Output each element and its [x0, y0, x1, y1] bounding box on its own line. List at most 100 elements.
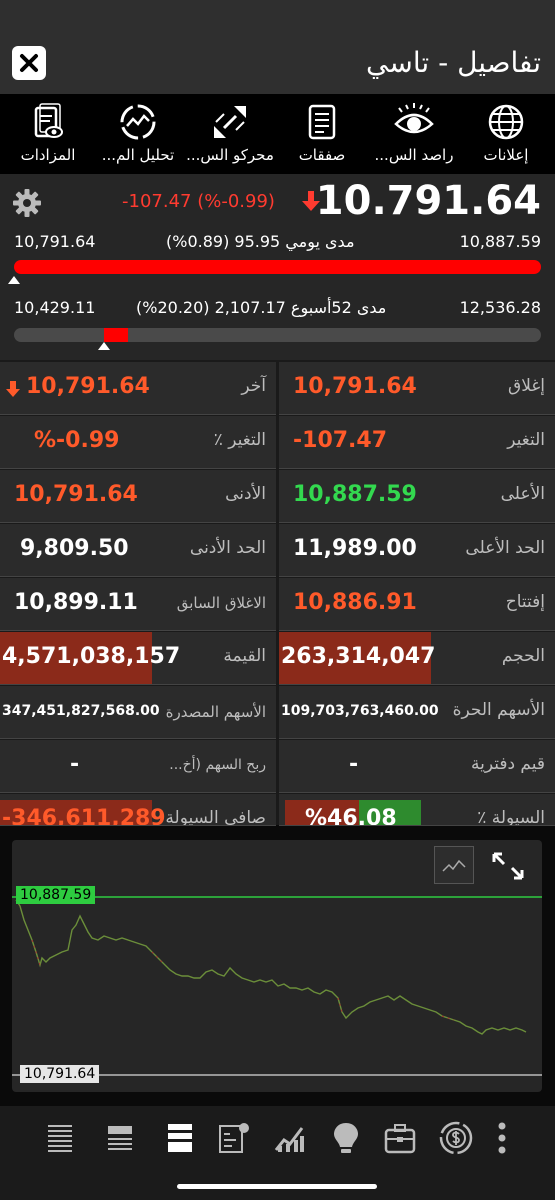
stat-label: الأدنى — [225, 484, 266, 504]
chart-type-button[interactable] — [434, 846, 474, 884]
stat-book-value: قيم دفترية - — [279, 740, 555, 793]
stat-volume: الحجم 263,314,047 — [279, 632, 555, 685]
stat-label: الأسهم الحرة — [452, 700, 545, 720]
close-button[interactable] — [12, 46, 46, 80]
stat-label: إغلاق — [508, 376, 545, 396]
stat-label: الحد الأدنى — [189, 538, 266, 558]
stat-value: %46.08 — [305, 806, 397, 826]
list-icon[interactable] — [42, 1120, 78, 1156]
briefcase-icon[interactable] — [382, 1120, 418, 1156]
toolbar-label: إعلانات — [483, 146, 529, 164]
stat-value: -346,611,289 — [2, 806, 166, 826]
expand-arrows-icon — [214, 106, 246, 138]
page-title: تفاصيل - تاسي — [366, 46, 541, 79]
low-price-tag: 10,791.64 — [20, 1065, 100, 1083]
daily-high: 10,887.59 — [459, 232, 541, 251]
stat-value: - — [349, 752, 359, 777]
stat-value: %-0.99 — [34, 428, 120, 453]
settings-board-icon[interactable] — [216, 1120, 252, 1156]
stat-free-shares: الأسهم الحرة 109,703,763,460.00 — [279, 686, 555, 739]
lightbulb-icon[interactable] — [328, 1120, 364, 1156]
stat-eps: ربح السهم (أخ... - — [0, 740, 276, 793]
toolbar-label: محركو الس... — [186, 146, 274, 164]
last-price: 10.791.64 — [315, 178, 541, 224]
toolbar-auctions[interactable]: المزادات — [2, 94, 94, 174]
stat-open: إفتتاح 10,886.91 — [279, 578, 555, 631]
toolbar-announcements[interactable]: إعلانات — [460, 94, 552, 174]
close-icon — [20, 54, 38, 72]
trend-chart-icon[interactable] — [272, 1120, 308, 1156]
list-bold-icon[interactable] — [162, 1120, 198, 1156]
week52-low: 10,429.11 — [14, 298, 96, 317]
week52-range-label: مدى 52أسبوع 2,107.17 (20.20%) — [136, 298, 387, 317]
stat-value: 10,887.59 — [293, 482, 417, 507]
week52-high: 12,536.28 — [459, 298, 541, 317]
stat-prev-close: الاغلاق السابق 10,899.11 — [0, 578, 276, 631]
cycle-analysis-icon — [120, 104, 156, 140]
line-chart-icon — [442, 859, 466, 872]
toolbar-label: صفقات — [298, 146, 346, 164]
toolbar-trades[interactable]: صفقات — [276, 94, 368, 174]
more-icon[interactable] — [492, 1120, 512, 1156]
gear-icon[interactable] — [12, 188, 42, 218]
stat-value: 263,314,047 — [281, 644, 436, 669]
list-alt-icon[interactable] — [102, 1120, 138, 1156]
toolbar-label: المزادات — [20, 146, 76, 164]
eye-icon — [394, 103, 434, 134]
price-line — [15, 899, 527, 1035]
toolbar: إعلانات راصد الس... صفقات محركو الس... ت… — [0, 94, 555, 174]
globe-icon — [488, 104, 524, 140]
toolbar-label: تحليل الم... — [101, 146, 175, 164]
stat-value: 10,899.11 — [14, 590, 138, 615]
expand-icon — [492, 852, 524, 880]
week52-range-bar — [14, 328, 541, 342]
header: تفاصيل - تاسي — [0, 0, 555, 94]
stat-label: الأسهم المصدرة — [165, 703, 266, 721]
daily-range-bar — [14, 260, 541, 274]
week52-range-marker — [98, 342, 110, 350]
stat-value: - — [70, 752, 80, 777]
toolbar-analysis[interactable]: تحليل الم... — [92, 94, 184, 174]
stat-liquidity-pct: السيولة ٪ %46.08 — [279, 794, 555, 826]
home-indicator — [177, 1184, 377, 1189]
stat-value: 109,703,763,460.00 — [281, 703, 439, 719]
dollar-cycle-icon[interactable] — [438, 1120, 474, 1156]
stat-value: 11,989.00 — [293, 536, 417, 561]
stat-close: إغلاق 10,791.64 — [279, 362, 555, 415]
stat-label: الحد الأعلى — [465, 538, 545, 558]
stat-label: إفتتاح — [505, 592, 545, 612]
stat-value: -107.47 — [293, 428, 388, 453]
stat-value: 10,886.91 — [293, 590, 417, 615]
daily-low: 10,791.64 — [14, 232, 96, 251]
stat-high: الأعلى 10,887.59 — [279, 470, 555, 523]
daily-range-label: مدى يومي 95.95 (0.89%) — [166, 232, 355, 251]
fullscreen-button[interactable] — [490, 850, 526, 882]
stat-label: الأعلى — [500, 484, 545, 504]
stat-label: القيمة — [223, 646, 266, 666]
stat-label: آخر — [241, 376, 266, 396]
stat-change-pct: التغير ٪ %-0.99 — [0, 416, 276, 469]
stat-label: الاغلاق السابق — [176, 594, 266, 612]
intraday-chart[interactable]: 10,887.59 10,791.64 — [12, 840, 542, 1092]
daily-range-marker — [8, 276, 20, 284]
high-price-tag: 10,887.59 — [16, 886, 96, 904]
stat-limit-down: الحد الأدنى 9,809.50 — [0, 524, 276, 577]
stat-label: ربح السهم (أخ... — [169, 757, 266, 773]
stat-label: الحجم — [501, 646, 545, 666]
stat-value: 10,791.64 — [14, 482, 138, 507]
stat-low: الأدنى 10,791.64 — [0, 470, 276, 523]
toolbar-watcher[interactable]: راصد الس... — [368, 94, 460, 174]
stat-issued-shares: الأسهم المصدرة 347,451,827,568.00 — [0, 686, 276, 739]
stat-limit-up: الحد الأعلى 11,989.00 — [279, 524, 555, 577]
toolbar-label: راصد الس... — [374, 146, 454, 164]
stat-value: 9,809.50 — [20, 536, 129, 561]
auction-document-icon — [34, 103, 63, 138]
stat-value: 10,791.64 — [26, 374, 150, 399]
document-list-icon — [308, 104, 336, 140]
toolbar-movers[interactable]: محركو الس... — [184, 94, 276, 174]
stats-grid: إغلاق 10,791.64 آخر 10,791.64 التغير -10… — [0, 360, 555, 826]
stat-change: التغير -107.47 — [279, 416, 555, 469]
quote-panel: -107.47 (%-0.99) 10.791.64 10,791.64 مدى… — [0, 174, 555, 360]
stat-label: صافي السيولة — [165, 808, 266, 826]
stat-value: 10,791.64 — [293, 374, 417, 399]
